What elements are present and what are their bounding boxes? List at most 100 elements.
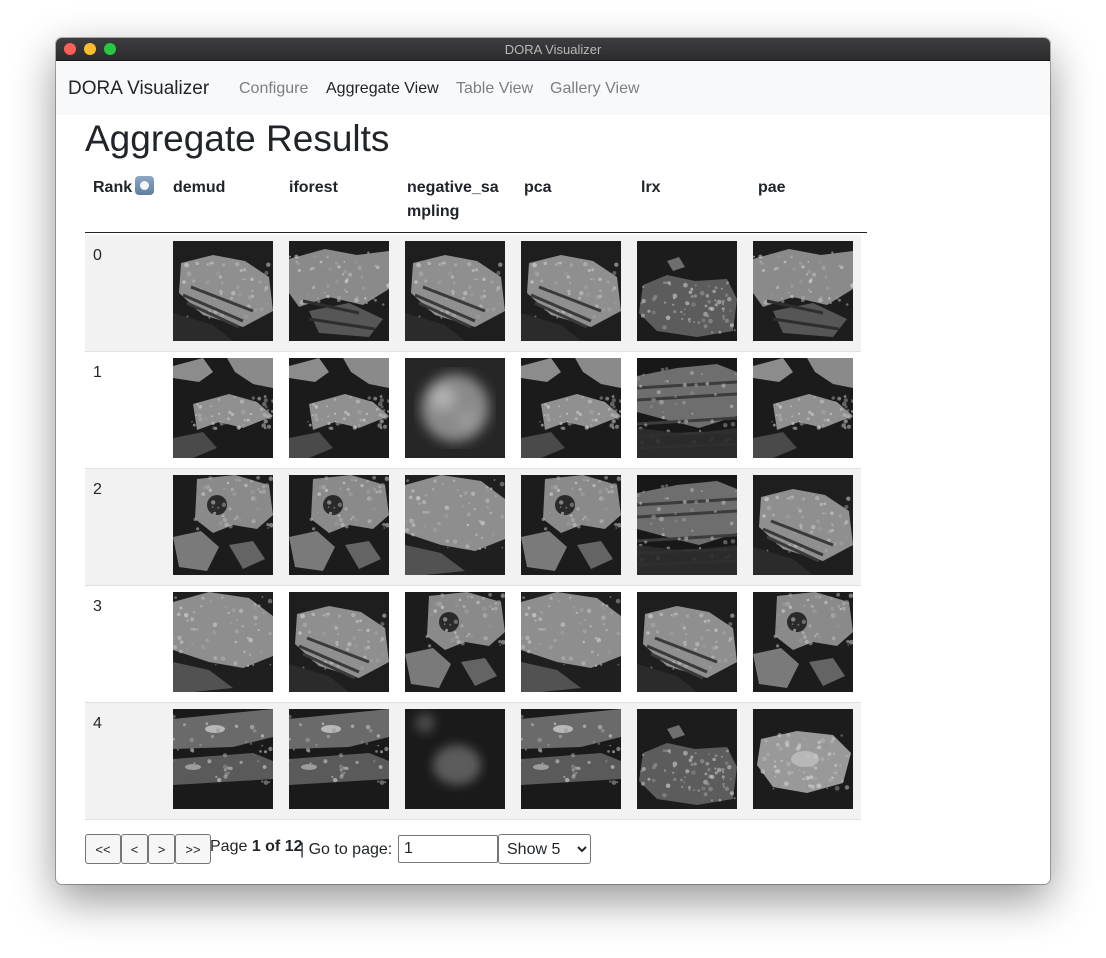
pae-thumbnail[interactable]	[753, 475, 853, 575]
rock-tile-6	[753, 592, 853, 692]
pae-thumbnail[interactable]	[753, 592, 853, 692]
rank-cell: 0	[93, 247, 102, 264]
last-page-button[interactable]: >>	[175, 834, 211, 864]
rock-tile-7	[173, 592, 273, 692]
previous-page-button[interactable]: <	[121, 834, 148, 864]
rock-tile-2	[289, 241, 389, 341]
pae-thumbnail[interactable]	[753, 709, 853, 809]
pca-thumbnail[interactable]	[521, 241, 621, 341]
pae-thumbnail[interactable]	[753, 358, 853, 458]
sort-toggle-icon[interactable]	[135, 176, 155, 195]
pae-thumbnail[interactable]	[753, 241, 853, 341]
column-header-iforest: iforest	[289, 179, 338, 196]
lrx-thumbnail[interactable]	[637, 241, 737, 341]
rock-tile-1	[173, 241, 273, 341]
rank-cell: 4	[93, 715, 102, 732]
iforest-thumbnail[interactable]	[289, 709, 389, 809]
negative-sampling-thumbnail[interactable]	[405, 592, 505, 692]
rock-tile-4	[289, 358, 389, 458]
iforest-thumbnail[interactable]	[289, 475, 389, 575]
table-row: 1	[85, 352, 861, 469]
first-page-button[interactable]: <<	[85, 834, 121, 864]
title-bar: DORA Visualizer	[56, 38, 1050, 61]
rank-header-label: Rank	[93, 179, 133, 196]
iforest-thumbnail[interactable]	[289, 358, 389, 458]
rock-tile-8	[173, 709, 273, 809]
page-title: Aggregate Results	[85, 118, 390, 159]
page-current: 1 of 12	[251, 838, 303, 855]
negative-sampling-thumbnail[interactable]	[405, 358, 505, 458]
pca-thumbnail[interactable]	[521, 592, 621, 692]
column-header-demud: demud	[173, 179, 226, 196]
rock-tile-1	[289, 592, 389, 692]
nav-aggregate-view[interactable]: Aggregate View	[326, 80, 439, 98]
demud-thumbnail[interactable]	[173, 241, 273, 341]
page-size-select[interactable]: Show 5	[498, 834, 591, 864]
rock-tile-9	[753, 709, 853, 809]
rock-tile-8	[521, 709, 621, 809]
rock-tile-blur-dark	[405, 709, 505, 809]
rock-tile-3	[637, 241, 737, 341]
rank-cell: 2	[93, 481, 102, 498]
navbar: DORA Visualizer Configure Aggregate View…	[56, 61, 1050, 115]
rank-cell: 3	[93, 598, 102, 615]
rock-tile-7	[405, 475, 505, 575]
rock-tile-1	[637, 592, 737, 692]
rock-tile-6	[173, 475, 273, 575]
lrx-thumbnail[interactable]	[637, 709, 737, 809]
lrx-thumbnail[interactable]	[637, 475, 737, 575]
rank-cell: 1	[93, 364, 102, 381]
negative-sampling-thumbnail[interactable]	[405, 241, 505, 341]
rock-tile-blur	[405, 358, 505, 458]
column-header-lrx: lrx	[641, 179, 661, 196]
window-title: DORA Visualizer	[504, 42, 602, 57]
rock-tile-5	[637, 475, 737, 575]
table-row: 4	[85, 703, 861, 820]
rock-tile-4	[173, 358, 273, 458]
demud-thumbnail[interactable]	[173, 358, 273, 458]
rock-tile-1	[753, 475, 853, 575]
lrx-thumbnail[interactable]	[637, 592, 737, 692]
column-header-negative-sampling: negative_sa mpling	[407, 179, 499, 220]
demud-thumbnail[interactable]	[173, 709, 273, 809]
pca-thumbnail[interactable]	[521, 358, 621, 458]
goto-page-label: | Go to page:	[300, 841, 393, 858]
rock-tile-1	[521, 241, 621, 341]
pca-thumbnail[interactable]	[521, 475, 621, 575]
table-row: 2	[85, 469, 861, 586]
header-divider	[85, 232, 867, 233]
rock-tile-1	[405, 241, 505, 341]
iforest-thumbnail[interactable]	[289, 241, 389, 341]
negative-sampling-thumbnail[interactable]	[405, 475, 505, 575]
rock-tile-6	[289, 475, 389, 575]
rock-tile-4	[753, 358, 853, 458]
rank-header[interactable]: Rank	[93, 176, 155, 200]
navbar-brand[interactable]: DORA Visualizer	[68, 78, 209, 100]
pca-thumbnail[interactable]	[521, 709, 621, 809]
rock-tile-2	[753, 241, 853, 341]
rock-tile-4	[521, 358, 621, 458]
rock-tile-8	[289, 709, 389, 809]
rock-tile-6	[405, 592, 505, 692]
rock-tile-3	[637, 709, 737, 809]
demud-thumbnail[interactable]	[173, 592, 273, 692]
nav-table-view[interactable]: Table View	[456, 80, 533, 98]
table-row: 0	[85, 235, 861, 352]
rock-tile-6	[521, 475, 621, 575]
page-indicator: Page 1 of 12	[210, 838, 303, 856]
negative-sampling-thumbnail[interactable]	[405, 709, 505, 809]
nav-gallery-view[interactable]: Gallery View	[550, 80, 640, 98]
goto-page-input[interactable]	[398, 835, 498, 863]
column-header-pca: pca	[524, 179, 552, 196]
page-prefix: Page	[210, 838, 252, 855]
demud-thumbnail[interactable]	[173, 475, 273, 575]
iforest-thumbnail[interactable]	[289, 592, 389, 692]
table-row: 3	[85, 586, 861, 703]
lrx-thumbnail[interactable]	[637, 358, 737, 458]
rock-tile-5	[637, 358, 737, 458]
rock-tile-7	[521, 592, 621, 692]
nav-configure[interactable]: Configure	[239, 80, 308, 98]
column-header-pae: pae	[758, 179, 786, 196]
app-window: DORA Visualizer DORA Visualizer Configur…	[56, 38, 1050, 884]
next-page-button[interactable]: >	[148, 834, 175, 864]
